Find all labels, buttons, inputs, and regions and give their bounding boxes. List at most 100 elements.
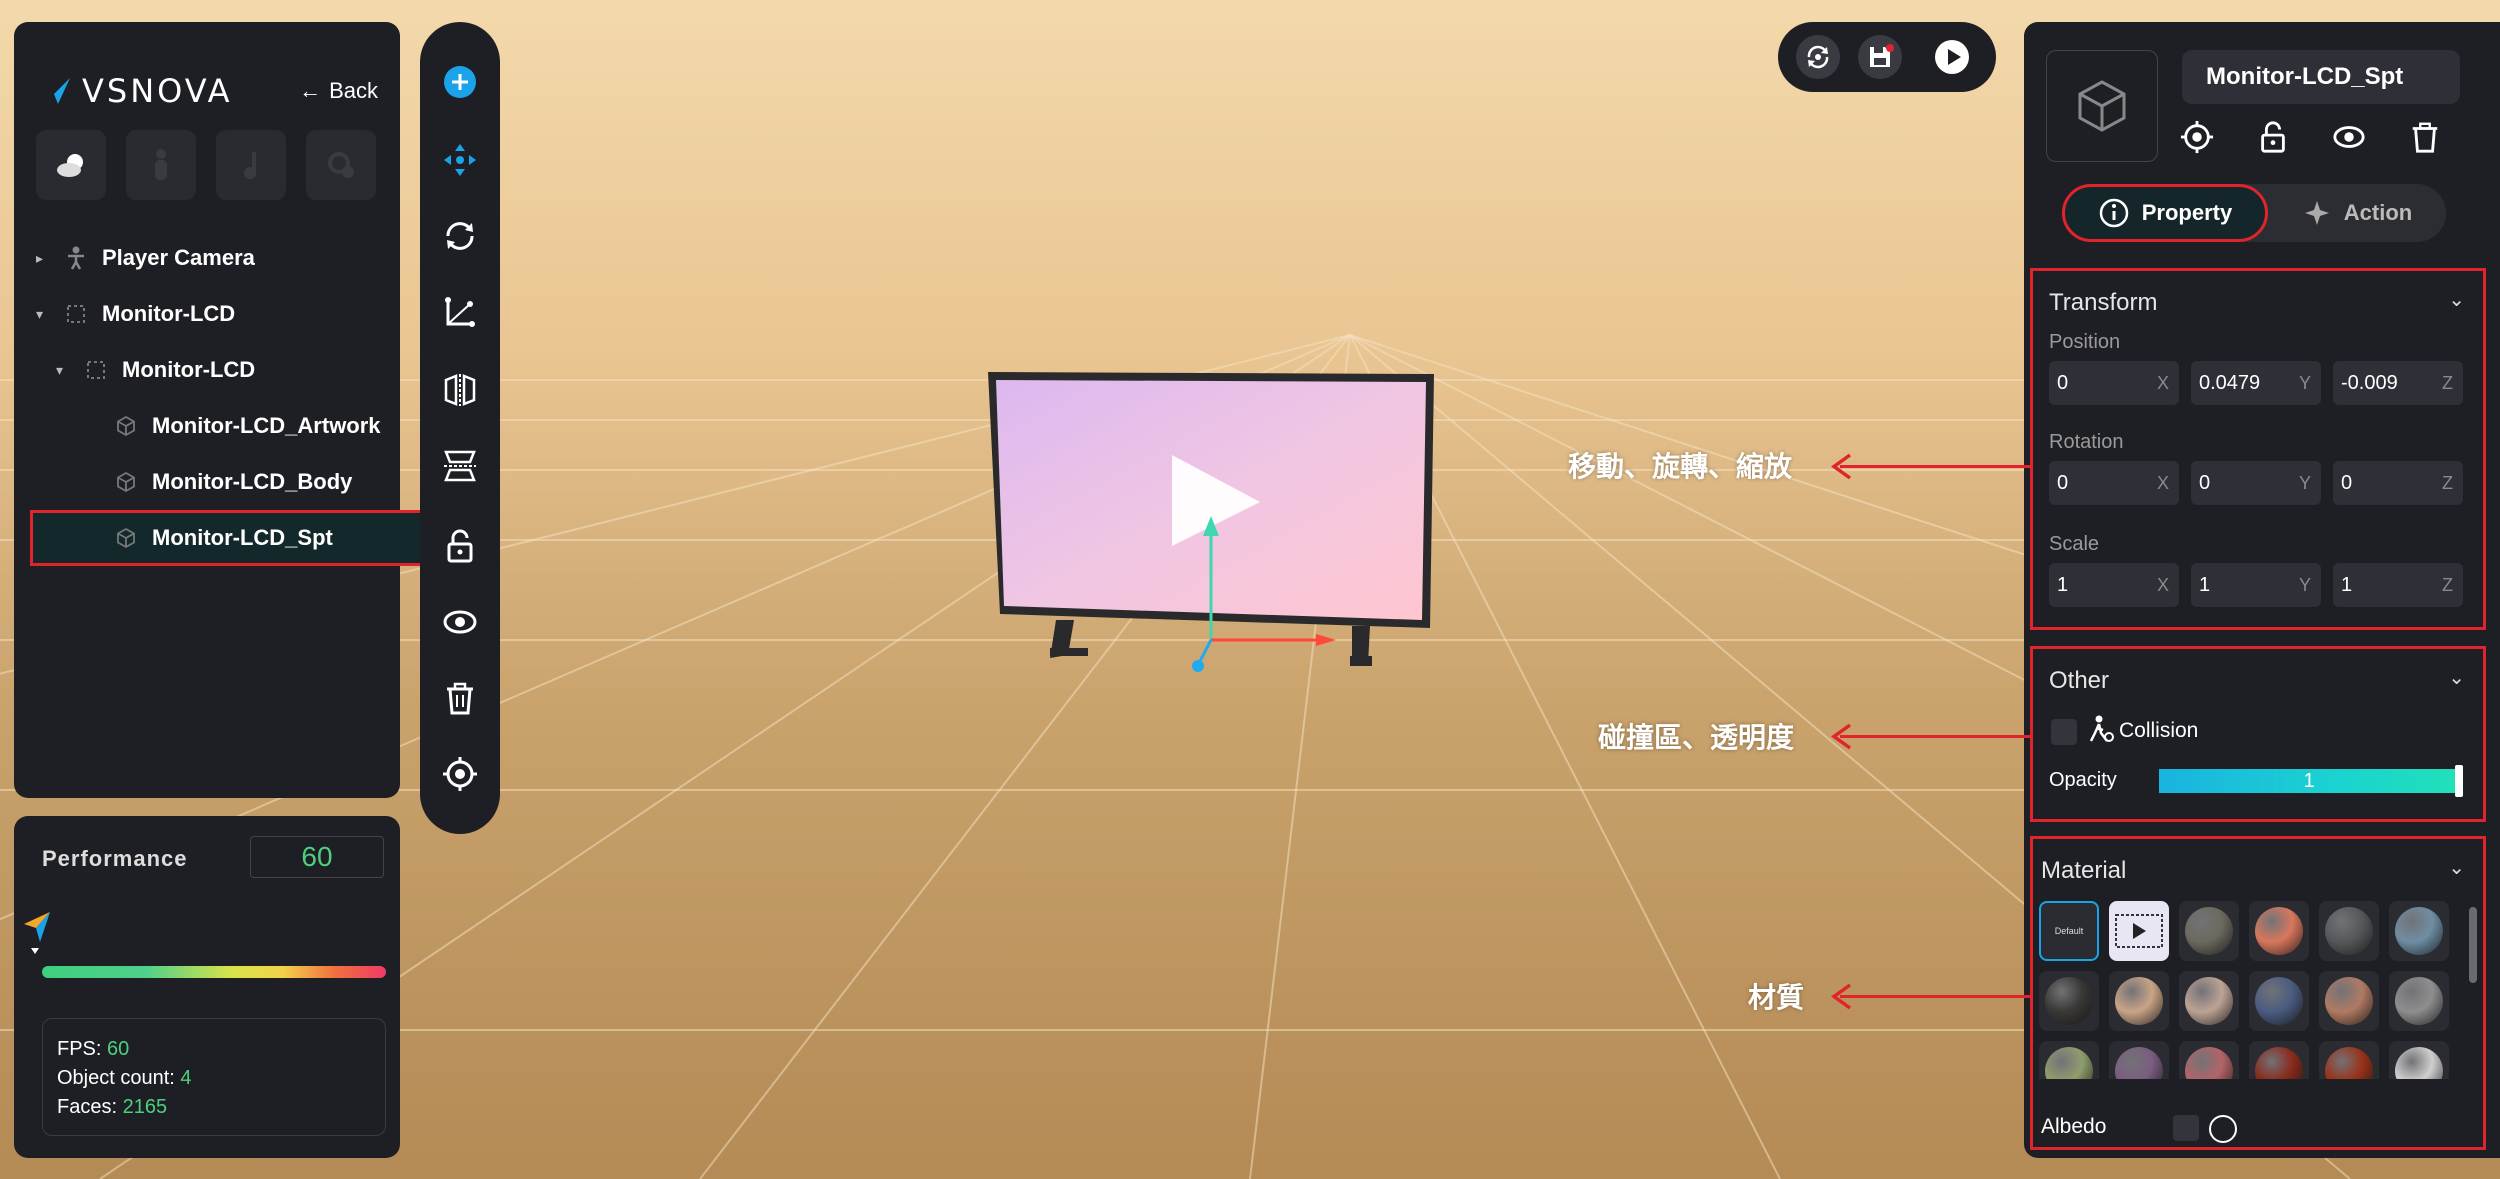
object-actions bbox=[2180, 120, 2442, 154]
scene-tree-item[interactable]: ▾ Monitor-LCD bbox=[14, 342, 400, 398]
position-z-input[interactable]: -0.009 Z bbox=[2333, 361, 2463, 405]
rotation-z-input[interactable]: 0Z bbox=[2333, 461, 2463, 505]
collision-label: Collision bbox=[2119, 719, 2199, 742]
annotation-other: 碰撞區、透明度 bbox=[1598, 721, 1795, 754]
delete-button[interactable] bbox=[440, 678, 480, 718]
material-sphere bbox=[2395, 907, 2443, 955]
character-tab[interactable] bbox=[126, 130, 196, 200]
delete-object-button[interactable] bbox=[2408, 120, 2442, 154]
lock-button[interactable] bbox=[440, 526, 480, 566]
collision-checkbox[interactable] bbox=[2051, 719, 2077, 745]
chevron-down-icon[interactable]: ⌄ bbox=[2448, 665, 2465, 690]
scene-tree-item[interactable]: ▸ Player Camera bbox=[14, 230, 400, 286]
object-name-field[interactable]: Monitor-LCD_Spt bbox=[2182, 50, 2460, 104]
save-button[interactable] bbox=[1858, 35, 1902, 79]
scene-tree-item[interactable]: Monitor-LCD_Spt bbox=[30, 510, 470, 566]
material-swatch[interactable] bbox=[2319, 971, 2379, 1031]
add-button[interactable] bbox=[440, 62, 480, 102]
caret-down-icon[interactable]: ▾ bbox=[56, 362, 74, 379]
scene-tree-item[interactable]: ▾ Monitor-LCD bbox=[14, 286, 400, 342]
unlock-icon bbox=[2261, 121, 2285, 153]
scene-tree-label: Monitor-LCD_Spt bbox=[152, 525, 333, 550]
target-icon bbox=[2180, 120, 2214, 154]
material-title: Material bbox=[2041, 857, 2127, 884]
material-sphere bbox=[2045, 1047, 2093, 1079]
position-x-input[interactable]: 0X bbox=[2049, 361, 2179, 405]
albedo-checkbox[interactable] bbox=[2173, 1115, 2199, 1141]
rotate-tool-button[interactable] bbox=[440, 216, 480, 256]
material-swatch[interactable] bbox=[2319, 901, 2379, 961]
weather-icon bbox=[57, 154, 83, 177]
save-icon bbox=[1870, 44, 1894, 67]
opacity-slider[interactable]: 1 bbox=[2159, 765, 2463, 797]
scene-tree-item[interactable]: Monitor-LCD_Artwork bbox=[14, 398, 400, 454]
material-swatch[interactable] bbox=[2179, 901, 2239, 961]
annotation-material: 材質 bbox=[1748, 981, 1805, 1014]
material-default[interactable]: Default bbox=[2039, 901, 2099, 961]
cube-icon bbox=[2078, 80, 2126, 132]
visibility-button[interactable] bbox=[440, 602, 480, 642]
mirror-button[interactable] bbox=[440, 370, 480, 410]
material-swatch[interactable] bbox=[2109, 971, 2169, 1031]
material-sphere bbox=[2045, 977, 2093, 1025]
back-button[interactable]: ← Back bbox=[299, 78, 378, 104]
audio-tab[interactable] bbox=[216, 130, 286, 200]
refresh-button[interactable] bbox=[1796, 35, 1840, 79]
move-tool-button[interactable] bbox=[440, 140, 480, 180]
mirror-icon bbox=[444, 374, 476, 406]
play-button[interactable] bbox=[1930, 35, 1974, 79]
object-thumbnail bbox=[2046, 50, 2158, 162]
rotation-y-input[interactable]: 0Y bbox=[2191, 461, 2321, 505]
material-swatch[interactable] bbox=[2109, 1041, 2169, 1079]
focus-button[interactable] bbox=[440, 754, 480, 794]
material-sphere bbox=[2185, 907, 2233, 955]
transform-section: Transform ⌄ Position 0X 0.0479 Y -0.009 Z … bbox=[2030, 268, 2486, 630]
position-y-input[interactable]: 0.0479 Y bbox=[2191, 361, 2321, 405]
person-icon bbox=[155, 149, 167, 180]
chevron-down-icon[interactable]: ⌄ bbox=[2448, 287, 2465, 312]
material-sphere bbox=[2325, 1047, 2373, 1079]
scale-x-input[interactable]: 1X bbox=[2049, 563, 2179, 607]
add-icon bbox=[444, 66, 476, 98]
tab-property[interactable]: Property bbox=[2062, 184, 2268, 242]
material-swatch[interactable] bbox=[2389, 901, 2449, 961]
caret-right-icon[interactable]: ▸ bbox=[36, 250, 54, 267]
toggle-visibility-button[interactable] bbox=[2332, 120, 2366, 154]
flip-vertical-button[interactable] bbox=[440, 446, 480, 486]
flip-vertical-icon bbox=[444, 450, 476, 482]
rotation-x-input[interactable]: 0X bbox=[2049, 461, 2179, 505]
tab-action[interactable]: Action bbox=[2282, 184, 2432, 242]
albedo-color-swatch[interactable] bbox=[2209, 1115, 2237, 1143]
material-scrollbar[interactable] bbox=[2469, 907, 2477, 983]
trash-icon bbox=[447, 682, 473, 715]
material-swatch[interactable] bbox=[2249, 1041, 2309, 1079]
chevron-down-icon[interactable]: ⌄ bbox=[2448, 855, 2465, 880]
focus-object-button[interactable] bbox=[2180, 120, 2214, 154]
material-swatch[interactable] bbox=[2249, 901, 2309, 961]
opacity-slider-handle[interactable] bbox=[2455, 765, 2463, 797]
scale-y-input[interactable]: 1Y bbox=[2191, 563, 2321, 607]
caret-down-icon[interactable]: ▾ bbox=[36, 306, 54, 323]
material-swatch[interactable] bbox=[2249, 971, 2309, 1031]
material-swatch[interactable] bbox=[2389, 1041, 2449, 1079]
scale-z-input[interactable]: 1Z bbox=[2333, 563, 2463, 607]
lock-object-button[interactable] bbox=[2256, 120, 2290, 154]
scale-tool-button[interactable] bbox=[440, 292, 480, 332]
material-sphere bbox=[2255, 977, 2303, 1025]
material-sphere bbox=[2115, 1047, 2163, 1079]
material-sphere bbox=[2395, 1047, 2443, 1079]
fps-stat: FPS: 60 bbox=[57, 1038, 130, 1060]
material-swatch[interactable] bbox=[2319, 1041, 2379, 1079]
material-swatch[interactable] bbox=[2039, 1041, 2099, 1079]
arrow-left-icon: ← bbox=[299, 78, 322, 103]
cube-icon bbox=[114, 526, 138, 550]
rotate-icon bbox=[446, 222, 474, 250]
material-swatch[interactable] bbox=[2039, 971, 2099, 1031]
material-swatch[interactable] bbox=[2179, 971, 2239, 1031]
settings-tab[interactable] bbox=[306, 130, 376, 200]
scene-tree-item[interactable]: Monitor-LCD_Body bbox=[14, 454, 400, 510]
material-swatch[interactable] bbox=[2179, 1041, 2239, 1079]
material-video[interactable] bbox=[2109, 901, 2169, 961]
environment-tab[interactable] bbox=[36, 130, 106, 200]
material-swatch[interactable] bbox=[2389, 971, 2449, 1031]
